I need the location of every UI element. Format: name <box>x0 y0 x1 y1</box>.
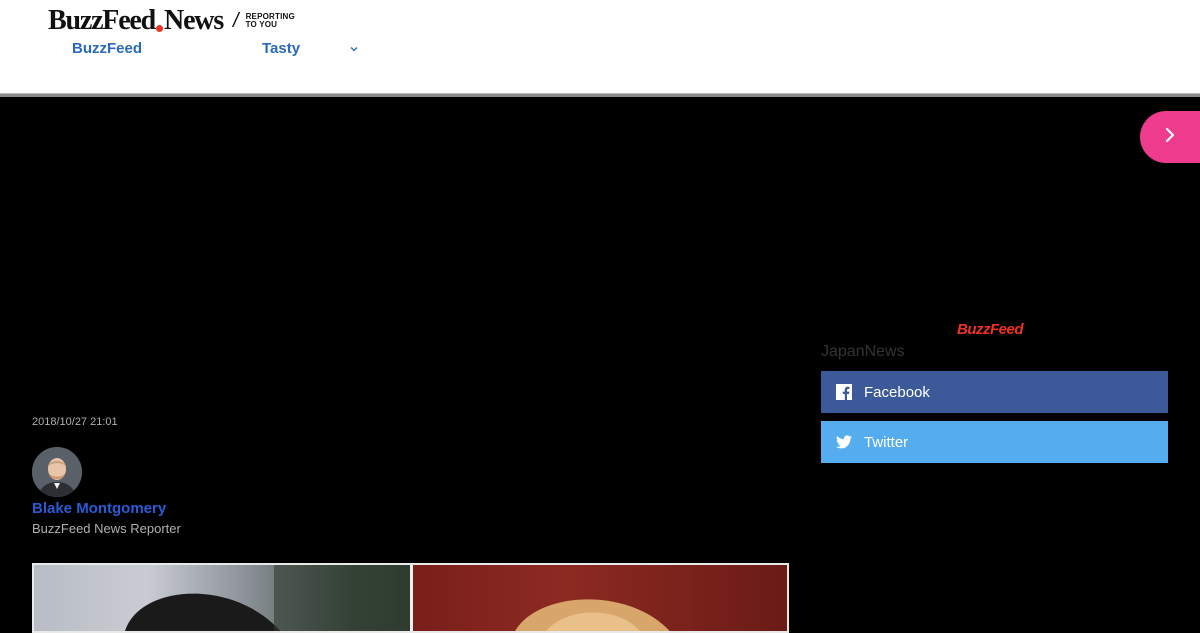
hero-image-left <box>34 565 410 631</box>
share-facebook-label: Facebook <box>864 383 930 401</box>
logo-news-text: News <box>164 5 224 36</box>
logo-buzzfeed-text: BuzzFeed <box>48 5 156 36</box>
chevron-right-icon <box>1163 126 1177 149</box>
chevron-down-icon[interactable] <box>348 42 360 54</box>
logo-dot <box>156 24 164 32</box>
sidebar-brand-logo[interactable]: BuzzFeed <box>957 321 1024 338</box>
share-facebook-button[interactable]: Facebook <box>821 371 1168 413</box>
twitter-icon <box>836 434 852 450</box>
share-twitter-button[interactable]: Twitter <box>821 421 1168 463</box>
share-twitter-label: Twitter <box>864 433 909 451</box>
sidebar-section-label: JapanNews <box>821 343 905 360</box>
header-divider <box>0 93 1200 97</box>
logo-slash: / <box>233 9 239 32</box>
article-hero-image[interactable] <box>32 563 789 633</box>
hero-image-right <box>413 565 787 631</box>
author-avatar[interactable] <box>32 447 82 497</box>
buzzfeed-news-logo[interactable]: BuzzFeed News / REPORTING TO YOU <box>48 6 306 36</box>
author-name-link[interactable]: Blake Montgomery <box>32 500 166 517</box>
site-header: BuzzFeed News / REPORTING TO YOU BuzzFee… <box>0 0 1200 93</box>
facebook-icon <box>836 384 852 400</box>
author-role: BuzzFeed News Reporter <box>32 521 181 536</box>
logo-tagline: REPORTING TO YOU <box>245 12 295 29</box>
article-timestamp: 2018/10/27 21:01 <box>32 416 118 428</box>
nav-link-tasty[interactable]: Tasty <box>262 40 300 57</box>
nav-link-buzzfeed[interactable]: BuzzFeed <box>72 40 142 57</box>
next-article-button[interactable] <box>1140 111 1200 163</box>
